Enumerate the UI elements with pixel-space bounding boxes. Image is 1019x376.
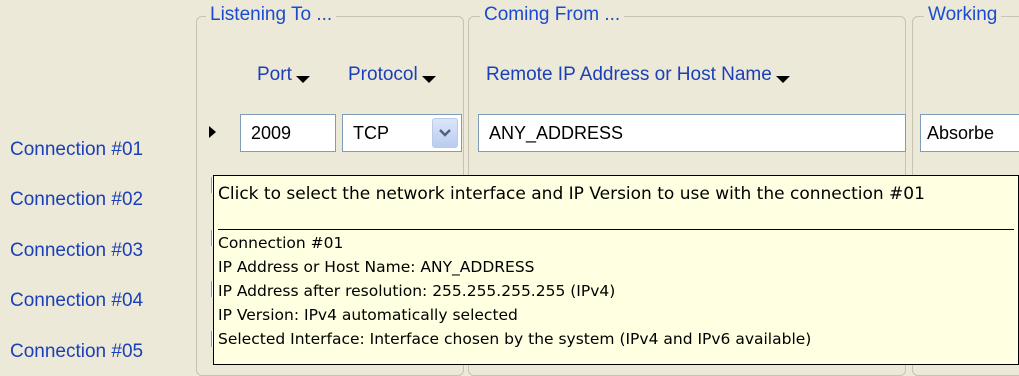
working-field-01[interactable]: Absorbe: [920, 114, 1019, 152]
connection-label-04: Connection #04: [10, 290, 144, 311]
port-value-01: 2009: [251, 123, 292, 143]
protocol-select-01[interactable]: TCP: [342, 114, 462, 152]
remote-column-header[interactable]: Remote IP Address or Host Name: [486, 64, 790, 86]
sort-down-icon: [421, 76, 436, 83]
tooltip-line-connection: Connection #01: [218, 234, 344, 252]
remote-address-value-01: ANY_ADDRESS: [489, 123, 624, 143]
protocol-header-label: Protocol: [348, 64, 418, 85]
coming-from-group-legend: Coming From ...: [480, 4, 625, 26]
tooltip-line-ip-version: IP Version: IPv4 automatically selected: [218, 306, 518, 324]
sort-down-icon: [295, 76, 310, 83]
working-group-legend: Working: [924, 4, 1002, 26]
tooltip-line-host: IP Address or Host Name: ANY_ADDRESS: [218, 258, 535, 276]
connection-label-03: Connection #03: [10, 240, 144, 261]
connection-label-02: Connection #02: [10, 189, 144, 210]
listening-group-legend: Listening To ...: [206, 4, 337, 26]
working-value-01: Absorbe: [927, 123, 995, 143]
port-header-label: Port: [257, 64, 292, 85]
tooltip-line-interface: Selected Interface: Interface chosen by …: [218, 330, 812, 348]
tooltip-line-resolution: IP Address after resolution: 255.255.255…: [218, 282, 616, 300]
interface-tooltip: Click to select the network interface an…: [213, 175, 1019, 365]
port-field-01[interactable]: 2009: [240, 114, 336, 152]
port-column-header[interactable]: Port: [257, 64, 310, 86]
sort-down-icon: [775, 76, 790, 83]
protocol-value-01: TCP: [353, 123, 389, 143]
remote-header-label: Remote IP Address or Host Name: [486, 64, 772, 85]
current-row-indicator-icon: [209, 126, 216, 138]
connection-label-05: Connection #05: [10, 341, 144, 362]
chevron-down-icon[interactable]: [432, 118, 458, 148]
tooltip-title: Click to select the network interface an…: [218, 184, 925, 204]
protocol-column-header[interactable]: Protocol: [348, 64, 436, 86]
tooltip-separator: [218, 229, 1014, 230]
connection-label-01: Connection #01: [10, 139, 144, 160]
remote-address-field-01[interactable]: ANY_ADDRESS: [478, 114, 906, 152]
